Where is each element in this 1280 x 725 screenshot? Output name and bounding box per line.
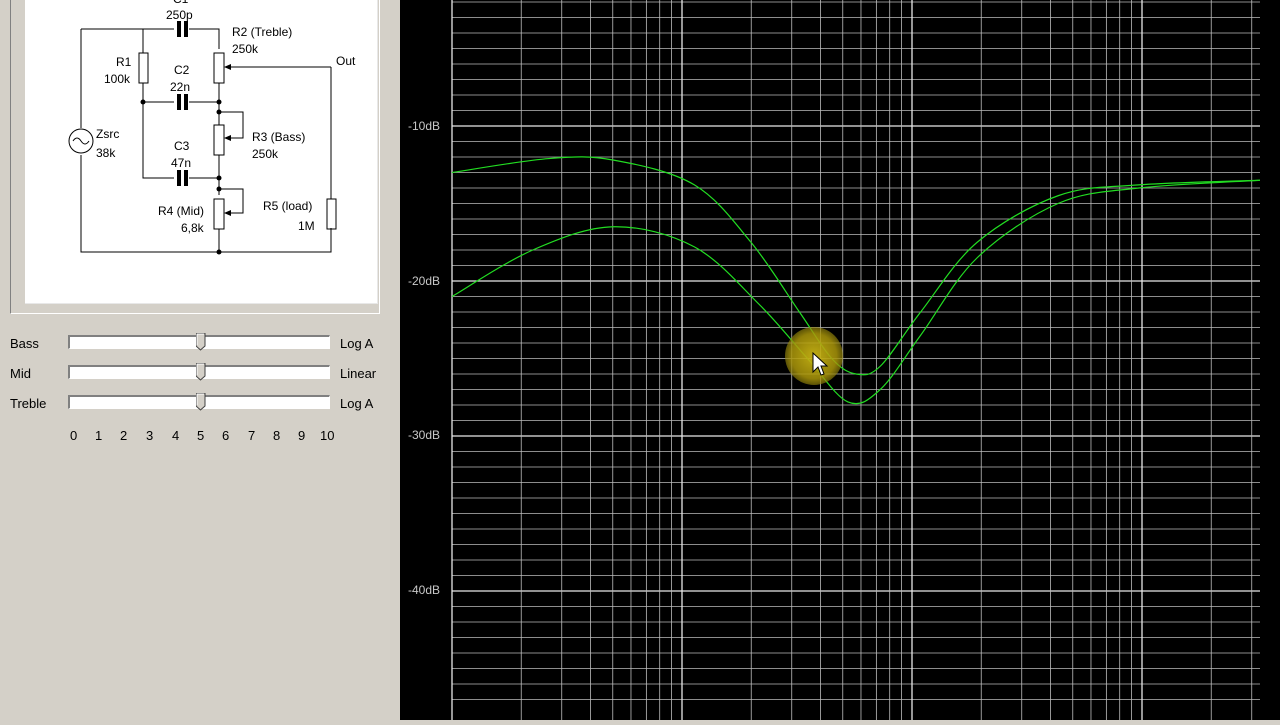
out-label: Out <box>336 54 356 68</box>
r4-value: 6,8k <box>181 221 205 235</box>
scale-label: 9 <box>298 428 306 443</box>
scale-label: 2 <box>120 428 128 443</box>
zsrc-value: 38k <box>96 146 116 160</box>
mid-slider-thumb[interactable] <box>196 363 206 381</box>
schematic-frame: C1 250p R2 (Treble) 250k Out R1 100k C2 … <box>10 0 380 314</box>
graph-curves <box>451 156 1261 405</box>
schematic-svg: C1 250p R2 (Treble) 250k Out R1 100k C2 … <box>68 0 356 255</box>
r1-name: R1 <box>116 55 132 69</box>
r5-value: 1M <box>298 219 315 233</box>
bass-taper: Log A <box>340 336 374 351</box>
r3-name: R3 (Bass) <box>252 130 305 144</box>
schematic-diagram: C1 250p R2 (Treble) 250k Out R1 100k C2 … <box>25 0 378 304</box>
left-panel: C1 250p R2 (Treble) 250k Out R1 100k C2 … <box>0 0 400 720</box>
c2-name: C2 <box>174 63 190 77</box>
mouse-pointer-icon <box>812 352 829 376</box>
y-tick-label: -30dB <box>408 428 441 442</box>
scale-label: 6 <box>222 428 230 443</box>
scale-label: 10 <box>320 428 335 443</box>
mid-label: Mid <box>10 366 31 381</box>
y-tick-label: -10dB <box>408 119 441 133</box>
c3-value: 47n <box>171 156 191 170</box>
zsrc-name: Zsrc <box>96 127 119 141</box>
treble-label: Treble <box>10 396 47 411</box>
c2-value: 22n <box>170 80 190 94</box>
c1-name: C1 <box>173 0 189 6</box>
scale-label: 4 <box>172 428 180 443</box>
treble-slider-thumb[interactable] <box>196 393 206 411</box>
scale-label: 5 <box>197 428 205 443</box>
mid-taper: Linear <box>340 366 377 381</box>
r2-name: R2 (Treble) <box>232 25 292 39</box>
scale-label: 8 <box>273 428 281 443</box>
response-curve-2 <box>451 179 1261 405</box>
scale-label: 7 <box>248 428 256 443</box>
bass-label: Bass <box>10 336 39 351</box>
scale-label: 3 <box>146 428 154 443</box>
r1-value: 100k <box>104 72 131 86</box>
treble-taper: Log A <box>340 396 374 411</box>
y-tick-label: -20dB <box>408 274 441 288</box>
y-tick-label: -40dB <box>408 583 441 597</box>
mid-slider[interactable] <box>68 363 332 381</box>
r4-name: R4 (Mid) <box>158 204 204 218</box>
bass-slider-thumb[interactable] <box>196 333 206 351</box>
graph-grid <box>451 0 1260 720</box>
r5-name: R5 (load) <box>263 199 312 213</box>
treble-slider[interactable] <box>68 393 332 411</box>
c1-value: 250p <box>166 8 193 22</box>
c3-name: C3 <box>174 139 190 153</box>
scale-label: 1 <box>95 428 103 443</box>
scale-label: 0 <box>70 428 78 443</box>
r3-value: 250k <box>252 147 279 161</box>
bass-slider[interactable] <box>68 333 332 351</box>
r2-value: 250k <box>232 42 259 56</box>
